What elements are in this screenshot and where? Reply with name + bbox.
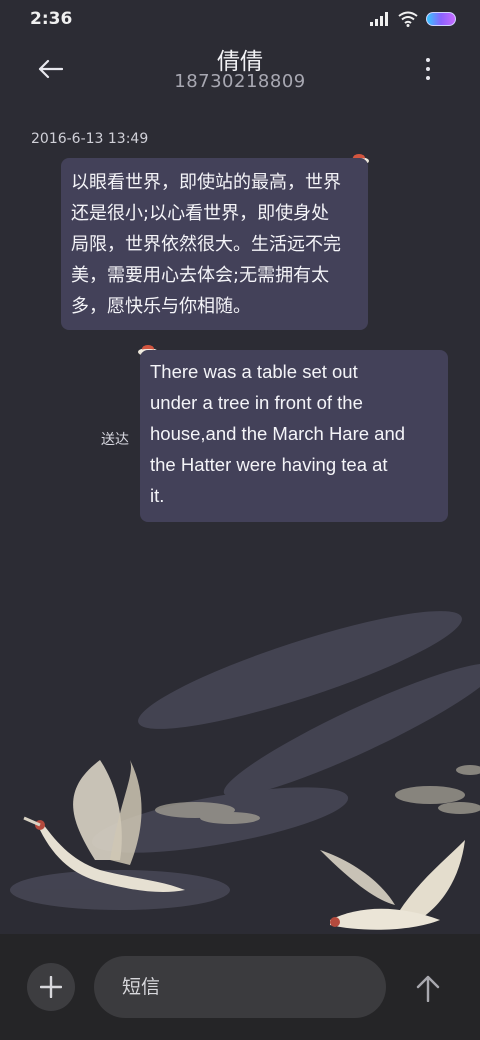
background-crane-artwork [10, 611, 480, 930]
composer-bar [0, 934, 480, 1040]
status-icons [370, 11, 456, 27]
status-bar: 2:36 [0, 0, 480, 40]
message-line: 多，愿快乐与你相随。 [71, 296, 251, 317]
wifi-icon [398, 11, 418, 27]
outgoing-message-bubble[interactable]: There was a table set out under a tree i… [140, 350, 448, 522]
message-line: 局限，世界依然很大。生活远不完 [71, 234, 341, 255]
arrow-up-icon [416, 975, 440, 1002]
send-button[interactable] [408, 970, 448, 1006]
more-options-button[interactable] [416, 52, 440, 86]
battery-icon [426, 12, 456, 26]
plus-icon [40, 976, 62, 998]
message-line: house,and the March Hare and [150, 423, 406, 444]
conversation-header: 倩倩 18730218809 [0, 40, 480, 110]
message-line: 美，需要用心去体会;无需拥有太 [71, 265, 330, 286]
signal-icon [370, 12, 388, 26]
message-line: the Hatter were having tea at [150, 454, 388, 475]
message-line: it. [150, 485, 165, 506]
contact-number: 18730218809 [174, 71, 306, 92]
add-attachment-button[interactable] [27, 963, 75, 1011]
message-line: 还是很小;以心看世界，即使身处 [71, 203, 330, 224]
message-line: There was a table set out [150, 361, 358, 382]
incoming-message-bubble[interactable]: 以眼看世界，即使站的最高，世界 还是很小;以心看世界，即使身处 局限，世界依然很… [61, 158, 368, 330]
delivery-status: 送达 [101, 432, 129, 448]
more-vertical-icon [426, 67, 430, 71]
message-input[interactable] [94, 956, 386, 1018]
more-vertical-icon [426, 58, 430, 62]
status-time: 2:36 [30, 9, 73, 29]
message-timestamp: 2016-6-13 13:49 [31, 131, 149, 147]
message-line: 以眼看世界，即使站的最高，世界 [71, 172, 341, 193]
more-vertical-icon [426, 76, 430, 80]
message-line: under a tree in front of the [150, 392, 363, 413]
